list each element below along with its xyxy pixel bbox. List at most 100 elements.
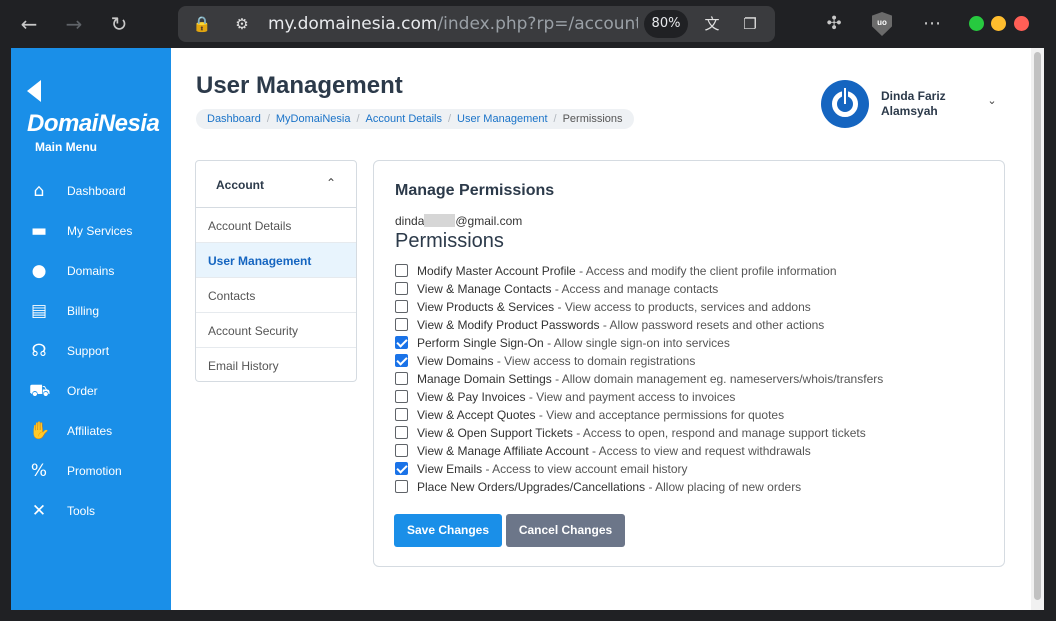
account-menu-item-account-security[interactable]: Account Security [196, 313, 356, 348]
sidebar-item-label: Promotion [67, 464, 122, 478]
sidebar-item-billing[interactable]: ▤ Billing [11, 296, 171, 326]
cart-icon: ⛟ [29, 381, 51, 401]
permission-checkbox[interactable] [395, 264, 408, 277]
breadcrumb: Dashboard / MyDomaiNesia / Account Details / U… [196, 109, 634, 129]
permission-checkbox[interactable] [395, 444, 408, 457]
sidebar-item-domains[interactable]: ● Domains [11, 256, 171, 286]
account-menu-item-email-history[interactable]: Email History [196, 348, 356, 383]
user-name[interactable]: Dinda Fariz Alamsyah [881, 89, 971, 119]
sidebar-item-my-services[interactable]: ▬ My Services [11, 216, 171, 246]
url-text[interactable]: my.domainesia.com/index.php?rp=/account/… [268, 14, 638, 34]
breadcrumb-account-details[interactable]: Account Details [366, 113, 442, 125]
permission-label[interactable]: View & Manage Affiliate Account - Access… [417, 444, 811, 458]
zoom-indicator[interactable]: 80% [644, 10, 688, 38]
minimize-window-icon[interactable] [969, 16, 984, 31]
sidebar-item-label: Tools [67, 504, 96, 518]
permission-name: View Domains [417, 354, 494, 368]
permission-label[interactable]: View & Open Support Tickets - Access to … [417, 426, 866, 440]
permission-checkbox[interactable] [395, 408, 408, 421]
permission-label[interactable]: Place New Orders/Upgrades/Cancellations … [417, 480, 801, 494]
home-icon: ⌂ [33, 181, 45, 201]
permission-checkbox[interactable] [395, 300, 408, 313]
sidebar: DomaiNesia Main Menu ⌂ Dashboard ▬ My Se… [11, 48, 171, 610]
maximize-window-icon[interactable] [991, 16, 1006, 31]
permission-label[interactable]: View Domains - View access to domain reg… [417, 354, 695, 368]
permission-description: - Access to view and request withdrawals [588, 444, 811, 458]
breadcrumb-dashboard[interactable]: Dashboard [207, 113, 261, 125]
sidebar-item-dashboard[interactable]: ⌂ Dashboard [11, 176, 171, 206]
permission-label[interactable]: Perform Single Sign-On - Allow single si… [417, 336, 730, 350]
permission-name: View & Manage Contacts [417, 282, 552, 296]
ublock-shield-icon[interactable]: uo [872, 12, 892, 36]
sidebar-item-label: Billing [67, 304, 100, 318]
permissions-subtitle: Permissions [395, 230, 504, 252]
sidebar-item-tools[interactable]: ✕ Tools [11, 496, 171, 526]
permission-checkbox[interactable] [395, 426, 408, 439]
power-bar-icon [842, 88, 848, 106]
permission-description: - Allow domain management eg. nameserver… [551, 372, 884, 386]
permission-name: View & Manage Affiliate Account [417, 444, 589, 458]
save-changes-button[interactable]: Save Changes [394, 514, 502, 547]
permission-label[interactable]: View & Accept Quotes - View and acceptan… [417, 408, 784, 422]
main-menu-label: Main Menu [35, 140, 97, 154]
permissions-panel: Manage Permissions dinda @gmail.com Permi… [373, 160, 1005, 567]
breadcrumb-user-management[interactable]: User Management [457, 113, 548, 125]
permission-checkbox[interactable] [395, 282, 408, 295]
bookmark-icon[interactable]: ❐ [740, 14, 760, 34]
sidebar-item-label: Order [67, 384, 98, 398]
chevron-up-icon[interactable]: ⌃ [324, 175, 338, 191]
avatar[interactable] [821, 80, 869, 128]
permission-label[interactable]: View Products & Services - View access t… [417, 300, 811, 314]
permission-checkbox[interactable] [395, 336, 408, 349]
close-window-icon[interactable] [1014, 16, 1029, 31]
back-arrow-icon[interactable]: ← [17, 12, 41, 36]
permission-name: View & Accept Quotes [417, 408, 536, 422]
account-menu-item-user-management[interactable]: User Management [196, 243, 356, 278]
permission-description: - Access and manage contacts [551, 282, 719, 296]
page-scrollbar[interactable] [1031, 48, 1044, 610]
extensions-puzzle-icon[interactable]: ✣ [822, 12, 846, 36]
site-settings-icon[interactable]: ⚙ [232, 14, 252, 34]
permission-name: Manage Domain Settings [417, 372, 552, 386]
more-menu-icon[interactable]: ⋯ [920, 12, 944, 36]
permission-label[interactable]: View Emails - Access to view account ema… [417, 462, 688, 476]
reload-icon[interactable]: ↻ [107, 12, 131, 36]
permission-description: - Access to view account email history [482, 462, 688, 476]
permission-checkbox[interactable] [395, 462, 408, 475]
permission-description: - View and payment access to invoices [525, 390, 736, 404]
url-path: /index.php?rp=/account/use [437, 14, 638, 34]
lock-icon[interactable]: 🔒 [192, 14, 212, 34]
permission-checkbox[interactable] [395, 480, 408, 493]
permission-label[interactable]: View & Pay Invoices - View and payment a… [417, 390, 735, 404]
sidebar-item-order[interactable]: ⛟ Order [11, 376, 171, 406]
handshake-icon: ✋ [29, 421, 51, 441]
scrollbar-thumb[interactable] [1034, 52, 1041, 600]
account-menu-header[interactable]: Account ⌃ [196, 161, 356, 208]
forward-arrow-icon[interactable]: → [62, 12, 86, 36]
cancel-changes-button[interactable]: Cancel Changes [506, 514, 625, 547]
permission-checkbox[interactable] [395, 318, 408, 331]
permission-checkbox[interactable] [395, 372, 408, 385]
permission-label[interactable]: Manage Domain Settings - Allow domain ma… [417, 372, 883, 386]
domainesia-logo[interactable]: DomaiNesia [27, 76, 171, 137]
account-menu-item-contacts[interactable]: Contacts [196, 278, 356, 313]
receipt-icon: ▤ [30, 301, 48, 321]
permission-label[interactable]: Modify Master Account Profile - Access a… [417, 264, 837, 278]
permission-description: - Allow single sign-on into services [543, 336, 730, 350]
permission-label[interactable]: View & Manage Contacts - Access and mana… [417, 282, 718, 296]
chevron-down-icon[interactable]: ⌄ [985, 94, 999, 108]
account-menu-item-label: Contacts [208, 289, 256, 303]
sidebar-item-label: Dashboard [67, 184, 126, 198]
account-menu-title: Account [216, 178, 264, 192]
permission-checkbox[interactable] [395, 354, 408, 367]
account-menu-item-account-details[interactable]: Account Details [196, 208, 356, 243]
address-bar[interactable]: 🔒 ⚙ my.domainesia.com/index.php?rp=/acco… [178, 6, 775, 42]
translate-icon[interactable]: 文 [702, 14, 722, 34]
breadcrumb-mydomainesia[interactable]: MyDomaiNesia [276, 113, 351, 125]
permission-checkbox[interactable] [395, 390, 408, 403]
manage-permissions-heading: Manage Permissions [395, 182, 555, 199]
sidebar-item-promotion[interactable]: % Promotion [11, 456, 171, 486]
sidebar-item-support[interactable]: ☊ Support [11, 336, 171, 366]
permission-label[interactable]: View & Modify Product Passwords - Allow … [417, 318, 824, 332]
sidebar-item-affiliates[interactable]: ✋ Affiliates [11, 416, 171, 446]
